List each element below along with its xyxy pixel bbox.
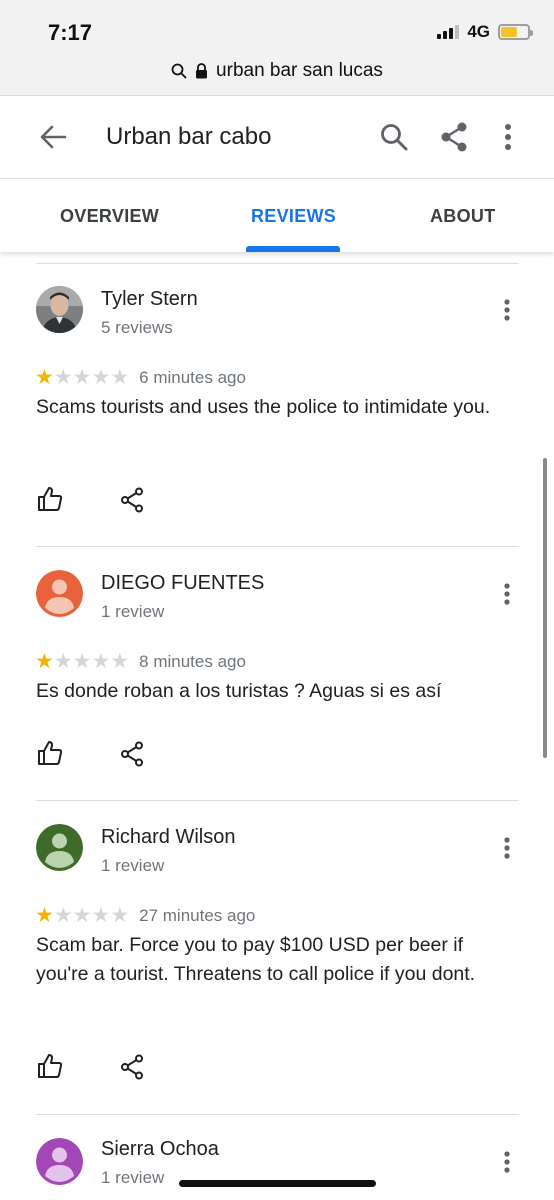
share-icon <box>441 122 467 152</box>
like-button[interactable] <box>35 484 65 514</box>
reviewer-name[interactable]: Tyler Stern <box>101 288 198 311</box>
avatar[interactable] <box>36 1138 83 1185</box>
avatar[interactable] <box>36 824 83 871</box>
star-empty-icon: ★ <box>53 904 73 927</box>
avatar[interactable] <box>36 286 83 333</box>
reviewer-review-count: 1 review <box>101 1168 165 1187</box>
divider <box>36 800 519 801</box>
status-time: 7:17 <box>48 20 93 45</box>
home-indicator[interactable] <box>179 1180 376 1187</box>
tab-bar: OVERVIEW REVIEWS ABOUT <box>0 180 554 252</box>
more-vert-icon <box>504 837 510 859</box>
avatar[interactable] <box>36 570 83 617</box>
star-empty-icon: ★ <box>72 904 92 927</box>
review-time: 6 minutes ago <box>139 367 246 387</box>
review-more-button[interactable] <box>494 1147 520 1177</box>
person-icon <box>36 824 83 871</box>
review-time: 27 minutes ago <box>139 905 256 925</box>
star-empty-icon: ★ <box>72 366 92 389</box>
reviewer-review-count: 5 reviews <box>101 318 173 337</box>
reviewer-review-count: 1 review <box>101 856 165 875</box>
review-text: Scam bar. Force you to pay $100 USD per … <box>36 934 476 985</box>
tab-about[interactable]: ABOUT <box>430 206 496 227</box>
review-more-button[interactable] <box>494 579 520 609</box>
divider <box>36 1114 519 1115</box>
star-filled-icon: ★ <box>35 650 54 673</box>
reviewer-name[interactable]: DIEGO FUENTES <box>101 572 264 595</box>
star-rating: ★ ★ ★ ★ ★ <box>35 367 129 388</box>
scrollbar[interactable] <box>543 458 547 758</box>
star-empty-icon: ★ <box>110 366 130 389</box>
lock-icon <box>196 63 208 79</box>
star-empty-icon: ★ <box>91 650 111 673</box>
share-button[interactable] <box>436 119 472 155</box>
share-review-button[interactable] <box>117 485 147 515</box>
status-indicators: 4G <box>437 22 533 42</box>
more-vert-icon <box>504 583 510 605</box>
share-icon <box>121 741 143 767</box>
review-more-button[interactable] <box>494 295 520 325</box>
thumbs-up-icon <box>38 1054 63 1078</box>
star-empty-icon: ★ <box>53 366 73 389</box>
rating-row: ★ ★ ★ ★ ★ 6 minutes ago <box>35 367 246 388</box>
search-button[interactable] <box>376 119 412 155</box>
reviews-list[interactable]: Tyler Stern 5 reviews ★ ★ ★ ★ ★ 6 minutes ag… <box>0 252 554 1200</box>
review-text: Es donde roban a los turistas ? Aguas si… <box>36 680 442 702</box>
star-empty-icon: ★ <box>72 650 92 673</box>
reviewer-name[interactable]: Richard Wilson <box>101 826 235 849</box>
thumbs-up-icon <box>38 741 63 765</box>
search-icon <box>171 63 187 79</box>
page-title: Urban bar cabo <box>106 123 272 150</box>
divider <box>36 546 519 547</box>
divider <box>36 263 519 264</box>
star-rating: ★ ★ ★ ★ ★ <box>35 905 129 926</box>
share-icon <box>121 487 143 513</box>
star-rating: ★ ★ ★ ★ ★ <box>35 651 129 672</box>
tab-reviews[interactable]: REVIEWS <box>251 206 336 227</box>
arrow-left-icon <box>40 125 67 149</box>
more-vert-icon <box>504 1151 510 1173</box>
person-icon <box>36 570 83 617</box>
like-button[interactable] <box>35 738 65 768</box>
active-tab-indicator <box>246 246 340 252</box>
review-time: 8 minutes ago <box>139 651 246 671</box>
tab-overview[interactable]: OVERVIEW <box>60 206 159 227</box>
share-review-button[interactable] <box>117 739 147 769</box>
share-review-button[interactable] <box>117 1052 147 1082</box>
star-filled-icon: ★ <box>35 366 54 389</box>
rating-row: ★ ★ ★ ★ ★ 27 minutes ago <box>35 905 255 926</box>
star-empty-icon: ★ <box>110 904 130 927</box>
app-bar: Urban bar cabo <box>0 97 554 179</box>
person-icon <box>36 1138 83 1185</box>
star-empty-icon: ★ <box>91 904 111 927</box>
star-filled-icon: ★ <box>35 904 54 927</box>
more-vert-icon <box>505 124 511 150</box>
thumbs-up-icon <box>38 487 63 511</box>
signal-icon <box>437 25 460 39</box>
back-button[interactable] <box>36 119 72 155</box>
review-text: Scams tourists and uses the police to in… <box>36 396 491 418</box>
network-label: 4G <box>467 22 490 41</box>
address-bar[interactable]: urban bar san lucas <box>0 56 554 86</box>
share-icon <box>121 1054 143 1080</box>
star-empty-icon: ★ <box>110 650 130 673</box>
profile-photo-icon <box>36 286 83 333</box>
star-empty-icon: ★ <box>53 650 73 673</box>
like-button[interactable] <box>35 1051 65 1081</box>
battery-icon <box>498 24 533 40</box>
rating-row: ★ ★ ★ ★ ★ 8 minutes ago <box>35 651 246 672</box>
review-more-button[interactable] <box>494 833 520 863</box>
url-text: urban bar san lucas <box>216 60 383 81</box>
reviewer-name[interactable]: Sierra Ochoa <box>101 1138 219 1161</box>
search-icon <box>381 124 408 151</box>
reviewer-review-count: 1 review <box>101 602 165 621</box>
more-options-button[interactable] <box>490 119 526 155</box>
star-empty-icon: ★ <box>91 366 111 389</box>
more-vert-icon <box>504 299 510 321</box>
browser-chrome: 7:17 4G urban bar san lucas <box>0 0 554 96</box>
